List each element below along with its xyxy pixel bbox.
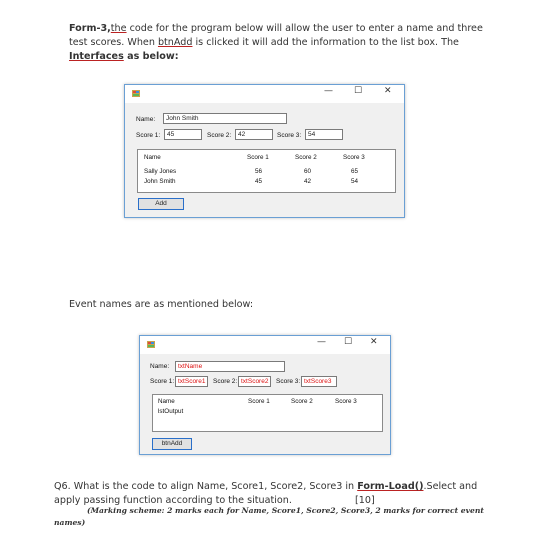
list-header-score1: Score 1 xyxy=(247,154,269,161)
question-line-1: Q6. What is the code to align Name, Scor… xyxy=(54,480,494,494)
score3-textbox[interactable]: 54 xyxy=(305,129,343,140)
score2-label: Score 2: xyxy=(207,132,232,139)
list-row-1-score1: 56 xyxy=(255,168,263,175)
question-paragraph: Q6. What is the code to align Name, Scor… xyxy=(54,480,494,508)
the-word: the xyxy=(110,23,127,34)
list-row-2-score1: 45 xyxy=(255,178,263,185)
form-window-controls: — ☐ ✕ Name: txtName Score 1: txtScore1 S… xyxy=(139,335,391,455)
name-label: Name: xyxy=(150,363,170,370)
list-row-1-score2: 60 xyxy=(304,168,312,175)
form-window-filled: — ☐ ✕ Name: John Smith Score 1: 45 Score… xyxy=(124,84,405,218)
marking-scheme-line-1: (Marking scheme: 2 marks each for Name, … xyxy=(87,506,484,515)
form-load-word: Form-Load() xyxy=(357,481,424,492)
question-text-a: Q6. What is the code to align Name, Scor… xyxy=(54,481,358,492)
output-listbox[interactable]: Name Score 1 Score 2 Score 3 Sally Jones… xyxy=(137,149,396,193)
txtname-textbox[interactable]: txtName xyxy=(175,361,285,372)
list-header-name: Name xyxy=(144,154,161,161)
score3-label: Score 3: xyxy=(277,132,302,139)
score2-label: Score 2: xyxy=(213,378,238,385)
score1-textbox[interactable]: 45 xyxy=(164,129,202,140)
event-names-text: Event names are as mentioned below: xyxy=(69,299,254,310)
minimize-button[interactable]: — xyxy=(324,86,333,96)
list-row-2-score2: 42 xyxy=(304,178,312,185)
name-textbox[interactable]: John Smith xyxy=(163,113,287,124)
minimize-button[interactable]: — xyxy=(317,337,326,347)
score3-label: Score 3: xyxy=(276,378,301,385)
intro-paragraph: Form-3,the code for the program below wi… xyxy=(69,22,489,64)
txtscore3-textbox[interactable]: txtScore3 xyxy=(301,376,337,387)
maximize-button[interactable]: ☐ xyxy=(344,337,352,347)
list-header-name: Name xyxy=(158,398,175,405)
intro-line-2-a: test scores. When xyxy=(69,37,158,48)
form-label: Form-3, xyxy=(69,23,111,34)
intro-line-3: Interfaces as below: xyxy=(69,50,489,64)
intro-line-1: Form-3,the code for the program below wi… xyxy=(69,22,489,36)
list-row-2-score3: 54 xyxy=(351,178,359,185)
list-header-score2: Score 2 xyxy=(291,398,313,405)
list-header-score1: Score 1 xyxy=(248,398,270,405)
interfaces-word: Interfaces xyxy=(69,51,124,62)
txtscore2-textbox[interactable]: txtScore2 xyxy=(238,376,271,387)
list-header-score3: Score 3 xyxy=(343,154,365,161)
name-label: Name: xyxy=(136,116,156,123)
intro-line-3-text: as below: xyxy=(123,51,179,62)
score1-label: Score 1: xyxy=(150,378,175,385)
app-icon xyxy=(147,341,155,348)
btnadd-button[interactable]: btnAdd xyxy=(152,438,192,450)
title-bar: — ☐ ✕ xyxy=(125,85,404,103)
intro-line-1-text: code for the program below will allow th… xyxy=(126,23,483,34)
list-row-1-score3: 65 xyxy=(351,168,359,175)
list-row-2-name: John Smith xyxy=(144,178,176,185)
close-button[interactable]: ✕ xyxy=(384,86,392,96)
app-icon xyxy=(132,90,140,97)
intro-line-2-b: is clicked it will add the information t… xyxy=(192,37,459,48)
btnadd-word: btnAdd xyxy=(157,37,193,48)
score2-textbox[interactable]: 42 xyxy=(235,129,273,140)
close-button[interactable]: ✕ xyxy=(370,337,378,347)
list-row-1-name: Sally Jones xyxy=(144,168,177,175)
lstoutput-label: lstOutput xyxy=(158,408,184,415)
list-header-score2: Score 2 xyxy=(295,154,317,161)
list-header-score3: Score 3 xyxy=(335,398,357,405)
title-bar: — ☐ ✕ xyxy=(140,336,390,354)
add-button[interactable]: Add xyxy=(138,198,184,210)
marking-scheme: (Marking scheme: 2 marks each for Name, … xyxy=(54,505,524,529)
lstoutput-listbox[interactable]: Name Score 1 Score 2 Score 3 lstOutput xyxy=(152,394,383,432)
intro-line-2: test scores. When btnAdd is clicked it w… xyxy=(69,36,489,50)
question-text-b: .Select and xyxy=(423,481,478,492)
score1-label: Score 1: xyxy=(136,132,161,139)
marking-scheme-line-2: names) xyxy=(54,518,86,527)
maximize-button[interactable]: ☐ xyxy=(354,86,362,96)
txtscore1-textbox[interactable]: txtScore1 xyxy=(175,376,208,387)
